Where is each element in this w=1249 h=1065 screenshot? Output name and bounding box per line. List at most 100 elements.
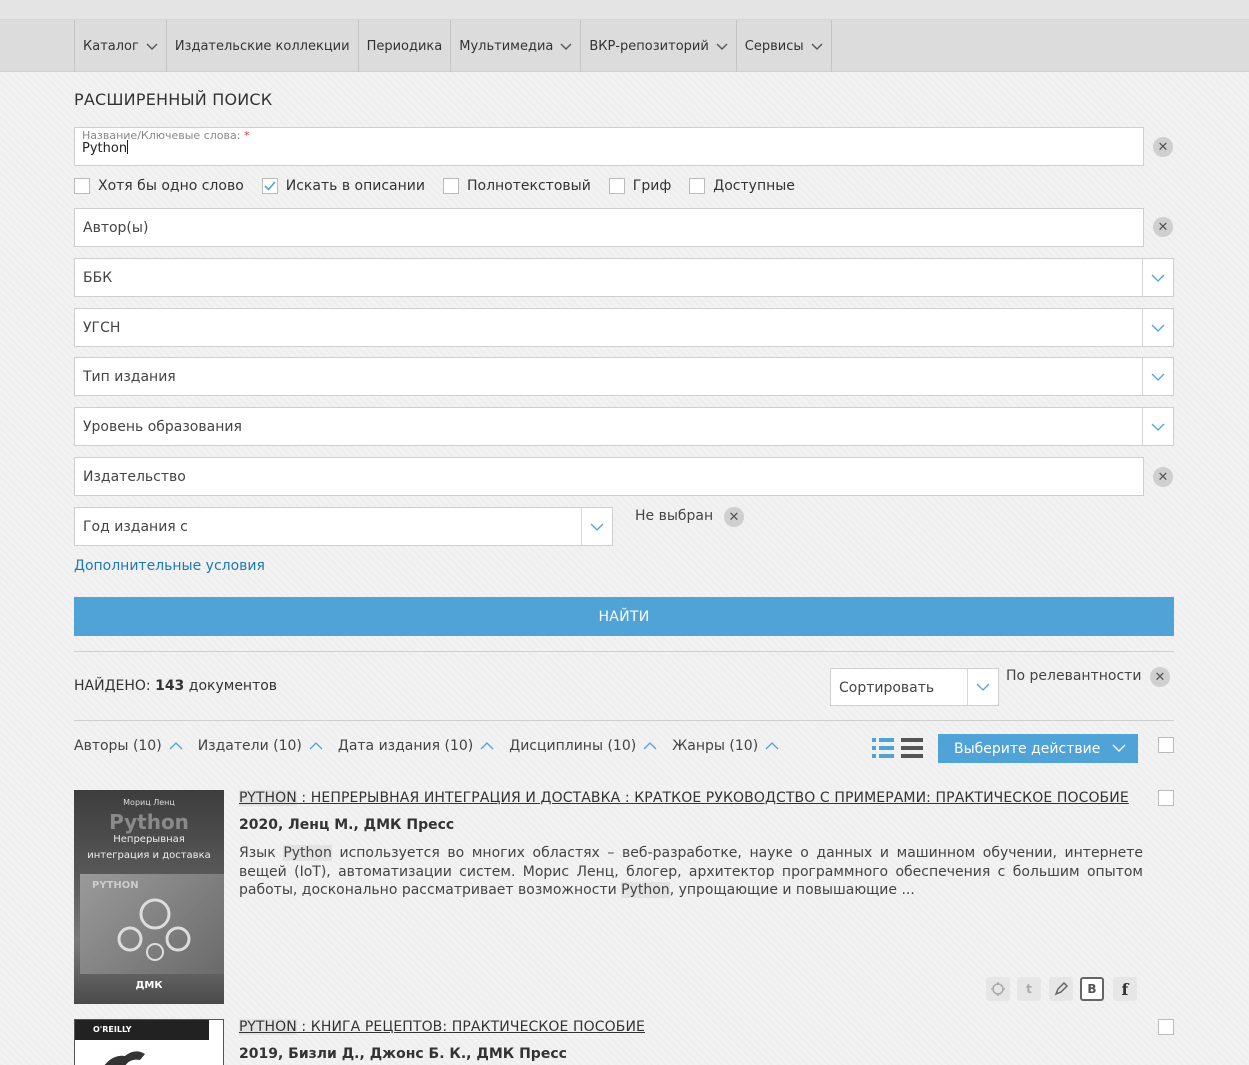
facet-label: Дата издания (10) — [337, 738, 474, 754]
bbk-select[interactable]: ББК — [74, 258, 1174, 297]
publisher-field[interactable]: Издательство — [74, 457, 1144, 496]
result-title[interactable]: PYTHON : НЕПРЕРЫВНАЯ ИНТЕГРАЦИЯ И ДОСТАВ… — [239, 790, 1129, 806]
facebook-icon[interactable]: f — [1113, 977, 1137, 1001]
chevron-down-icon — [590, 523, 604, 531]
vk-icon[interactable]: В — [1080, 977, 1104, 1001]
chevron-up-icon — [480, 742, 494, 750]
nav-menu: Каталог Издательские коллекции Периодика… — [74, 20, 832, 72]
livejournal-icon[interactable] — [1049, 977, 1073, 1001]
facet-disciplines[interactable]: Дисциплины (10) — [509, 738, 657, 754]
twitter-icon[interactable]: t — [1017, 977, 1041, 1001]
chevron-down-icon — [1151, 423, 1165, 431]
checkbox[interactable] — [689, 178, 706, 194]
edition-type-select[interactable]: Тип издания — [74, 357, 1174, 396]
nav-item-publisher-collections[interactable]: Издательские коллекции — [165, 20, 358, 72]
authors-field[interactable]: Автор(ы) — [74, 208, 1144, 247]
result-description: Язык Python используется во многих облас… — [239, 844, 1143, 900]
result-meta: 2020, Ленц М., ДМК Пресс — [239, 817, 455, 833]
animal-illustration-icon — [104, 1051, 145, 1065]
option-label: Гриф — [632, 178, 672, 194]
select-all-checkbox[interactable] — [1158, 737, 1174, 753]
result-checkbox[interactable] — [1158, 1019, 1174, 1035]
option-label: Искать в описании — [285, 178, 425, 194]
main-navbar: Каталог Издательские коллекции Периодика… — [0, 20, 1249, 72]
year-from-select[interactable]: Год издания с — [74, 507, 613, 546]
action-dropdown-button[interactable]: Выберите действие — [938, 734, 1138, 763]
facet-authors[interactable]: Авторы (10) — [74, 738, 183, 754]
search-options: Хотя бы одно слово Искать в описании Пол… — [74, 178, 813, 194]
checkbox[interactable] — [608, 178, 625, 194]
nav-item-label: Периодика — [366, 38, 443, 54]
year-from-dropdown-button[interactable] — [581, 508, 612, 545]
cover-publisher: O'REILLY — [93, 1025, 132, 1034]
clear-authors-icon[interactable]: ✕ — [1153, 217, 1173, 237]
sort-dropdown-button[interactable] — [967, 669, 998, 705]
find-button[interactable]: НАЙТИ — [74, 597, 1174, 636]
desc-highlight: Python — [621, 882, 670, 898]
found-number: 143 — [155, 678, 185, 694]
chevron-down-icon — [976, 683, 990, 691]
cover-author: Мориц Ленц — [123, 798, 175, 807]
ugsn-dropdown-button[interactable] — [1142, 309, 1173, 346]
publisher-placeholder: Издательство — [83, 469, 186, 485]
facet-date[interactable]: Дата издания (10) — [338, 738, 494, 754]
year-from-placeholder: Год издания с — [83, 519, 188, 535]
clear-sort-icon[interactable]: ✕ — [1150, 667, 1170, 687]
option-label: Полнотекстовый — [466, 178, 591, 194]
book-cover[interactable]: O'REILLY — [74, 1019, 224, 1065]
cover-subtitle-1: Непрерывная — [113, 834, 185, 845]
option-any-word[interactable]: Хотя бы одно слово — [74, 178, 244, 194]
education-level-dropdown-button[interactable] — [1142, 408, 1173, 445]
result-title[interactable]: PYTHON : КНИГА РЕЦЕПТОВ: ПРАКТИЧЕСКОЕ ПО… — [239, 1019, 645, 1035]
result-checkbox[interactable] — [1158, 790, 1174, 806]
bbk-dropdown-button[interactable] — [1142, 259, 1173, 296]
facet-genres[interactable]: Жанры (10) — [672, 738, 779, 754]
divider — [74, 651, 1174, 652]
checkbox[interactable] — [74, 178, 90, 194]
education-level-select[interactable]: Уровень образования — [74, 407, 1174, 446]
found-suffix: документов — [188, 678, 278, 694]
chevron-down-icon — [716, 43, 728, 50]
clear-keywords-icon[interactable]: ✕ — [1153, 137, 1173, 157]
more-conditions-link[interactable]: Дополнительные условия — [74, 558, 265, 574]
sort-placeholder: Сортировать — [839, 680, 935, 696]
nav-item-catalog[interactable]: Каталог — [74, 20, 166, 72]
option-search-description[interactable]: Искать в описании — [261, 178, 425, 194]
title-highlight: PYTHON — [239, 790, 297, 806]
chevron-down-icon — [560, 43, 572, 50]
sort-select[interactable]: Сортировать — [830, 668, 999, 706]
nav-item-label: Сервисы — [744, 38, 804, 54]
book-cover[interactable]: Мориц Ленц Python Непрерывная интеграция… — [74, 790, 224, 1004]
checkbox-checked[interactable] — [261, 178, 278, 194]
bookmark-icon[interactable] — [986, 977, 1010, 1001]
option-fulltext[interactable]: Полнотекстовый — [442, 178, 591, 194]
nav-item-periodicals[interactable]: Периодика — [357, 20, 451, 72]
option-grif[interactable]: Гриф — [608, 178, 672, 194]
edition-type-dropdown-button[interactable] — [1142, 358, 1173, 395]
action-button-label: Выберите действие — [954, 740, 1101, 757]
facet-label: Жанры (10) — [672, 738, 759, 754]
facet-label: Авторы (10) — [74, 738, 162, 754]
clear-publisher-icon[interactable]: ✕ — [1153, 467, 1173, 487]
chevron-up-icon — [643, 742, 657, 750]
checkbox[interactable] — [442, 178, 459, 194]
nav-item-multimedia[interactable]: Мультимедиа — [450, 20, 580, 72]
chevron-down-icon — [1151, 373, 1165, 381]
bookmark-glyph — [991, 982, 1005, 996]
option-label: Хотя бы одно слово — [98, 178, 244, 194]
desc-text: , упрощающие и повышающие ... — [669, 882, 915, 898]
nav-item-services[interactable]: Сервисы — [735, 20, 832, 72]
title-rest: : НЕПРЕРЫВНАЯ ИНТЕГРАЦИЯ И ДОСТАВКА : КР… — [296, 790, 1129, 806]
nav-item-vkr-repository[interactable]: ВКР-репозиторий — [580, 20, 735, 72]
checkmark-icon — [264, 181, 276, 191]
option-available[interactable]: Доступные — [689, 178, 795, 194]
option-label: Доступные — [713, 178, 795, 194]
cover-badge: PYTHON — [92, 880, 139, 891]
list-view-icon[interactable] — [872, 737, 894, 759]
facet-publishers[interactable]: Издатели (10) — [198, 738, 323, 754]
keywords-field[interactable]: Название/Ключевые слова: * Python — [74, 127, 1144, 166]
compact-view-icon[interactable] — [901, 737, 923, 759]
ugsn-select[interactable]: УГСН — [74, 308, 1174, 347]
chevron-down-icon — [811, 43, 823, 50]
clear-year-icon[interactable]: ✕ — [724, 507, 744, 527]
